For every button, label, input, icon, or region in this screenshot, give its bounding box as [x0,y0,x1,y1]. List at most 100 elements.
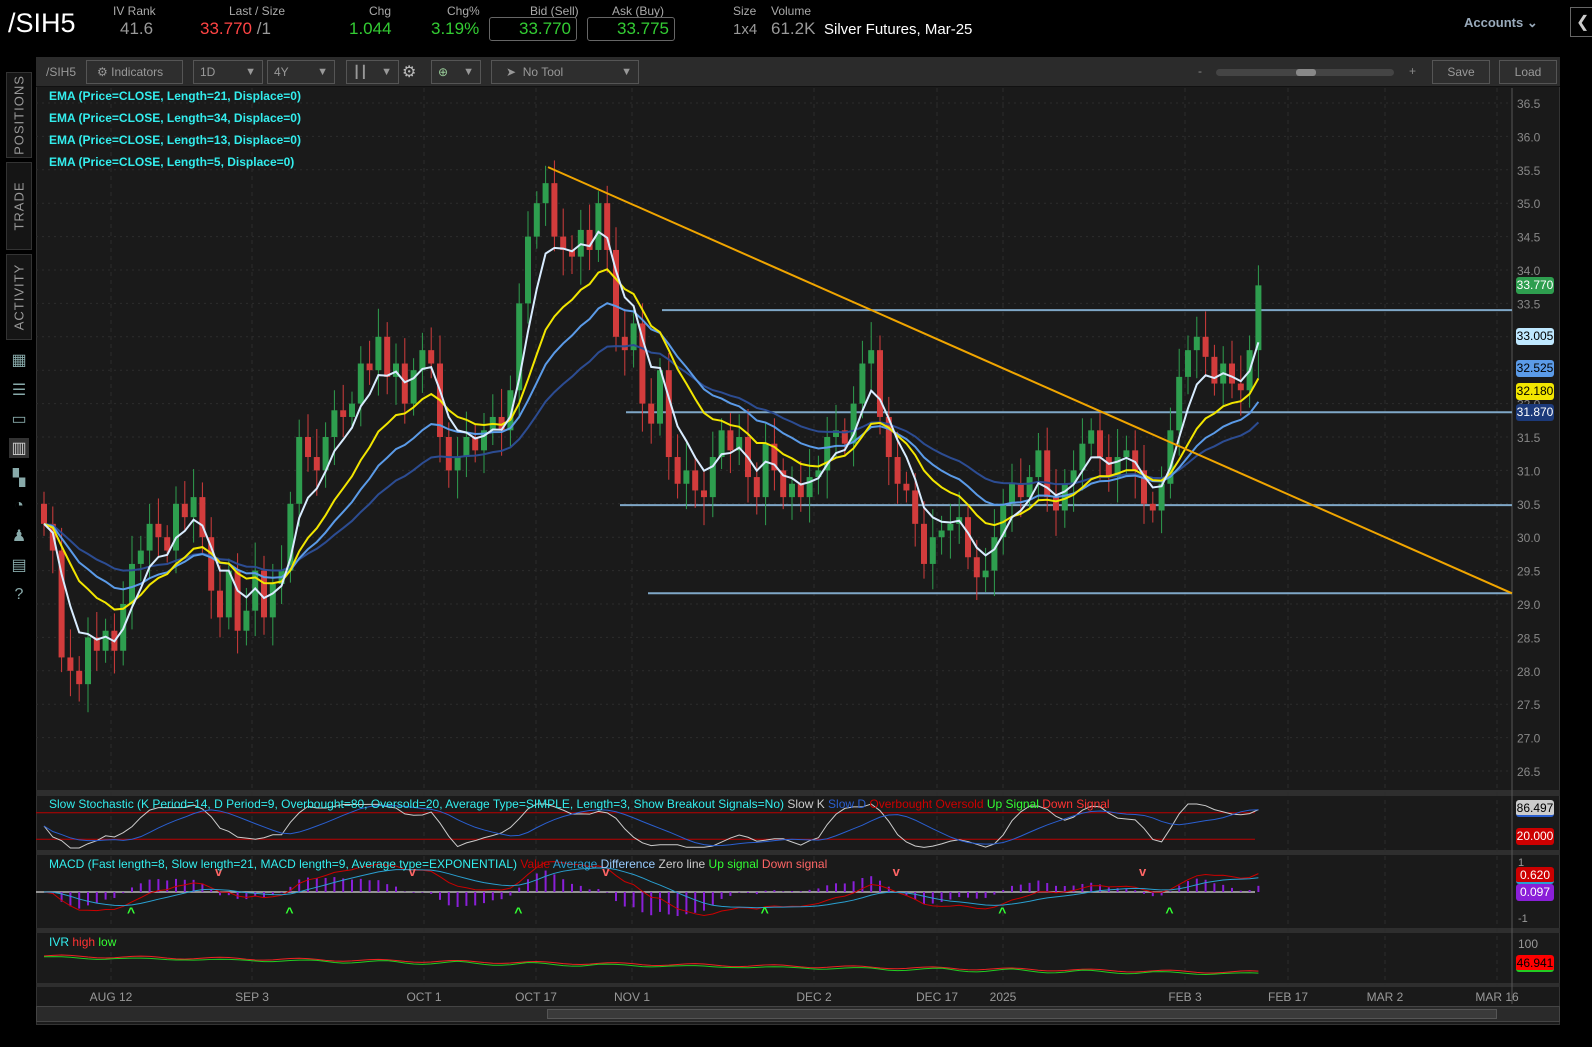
candle-body [789,483,795,498]
candle-body [859,363,866,404]
candle-body [912,490,919,524]
candle-body [463,437,470,458]
y-tick-label: 26.5 [1517,765,1541,779]
candle-body [1035,450,1042,478]
candle-body [551,183,558,237]
candle-body [357,363,364,404]
y-tick-label: 29.5 [1517,565,1541,579]
candle-body [683,470,690,484]
y-tick-label: 34.0 [1517,264,1541,278]
candle-body [797,483,804,498]
panel-divider [36,928,1560,933]
candle-body [137,550,144,564]
candle-body [401,363,408,404]
candle-body [621,336,628,351]
legend-down-signal: Down signal [761,857,828,871]
candle-body [1255,285,1262,351]
legend-down-signal: Down Signal [1042,797,1110,811]
candle-body [1237,383,1244,391]
candle-body [991,537,998,571]
candle-body [1193,336,1200,351]
candle-body [903,483,910,491]
up-signal-arrow: ^ [285,904,293,920]
x-tick-label: 2025 [989,990,1017,1004]
legend-slow-d: Slow D [828,797,867,811]
candle-body [296,437,303,504]
y-tick-label: 31.5 [1517,431,1541,445]
stochastic-label[interactable]: Slow Stochastic (K Period=14, D Period=9… [49,797,1110,811]
y-tick-label: 36.0 [1517,130,1541,144]
candle-body [76,670,83,685]
candle-body [313,457,320,471]
ivr-value-tag: 46.941 [1516,955,1554,972]
candle-body [868,350,875,364]
legend-difference: Difference [600,857,656,871]
y-tick-label: 31.0 [1517,464,1541,478]
candle-body [894,457,901,484]
candle-body [445,437,452,471]
study-label-ema5[interactable]: EMA (Price=CLOSE, Length=5, Displace=0) [49,155,294,169]
candle-body [1158,483,1165,511]
candle-body [305,437,311,458]
candle-body [727,430,734,451]
horizontal-scrollbar[interactable] [36,1006,1560,1022]
legend-zero-line: Zero line [658,857,706,871]
legend-slow-k: Slow K [787,797,825,811]
candle-body [1185,350,1191,377]
ivr-title: IVR [49,935,70,949]
candle-body [525,236,531,304]
candle-body [164,537,171,551]
legend-oversold: Oversold [935,797,984,811]
legend-up-signal: Up Signal [986,797,1039,811]
legend-average: Average [552,857,598,871]
candle-body [1211,356,1218,384]
candle-body [595,203,602,250]
up-signal-arrow: ^ [1165,904,1173,920]
legend-up-signal: Up signal [708,857,759,871]
candle-body [67,657,74,671]
candle-body [938,530,945,538]
x-tick-label: DEC 2 [796,990,832,1004]
ema13-tag: 32.180 [1516,383,1554,400]
ivr-label[interactable]: IVR high low [49,935,116,949]
candle-body [753,477,760,498]
candle-body [269,583,276,618]
last-price-tag: 33.770 [1516,277,1554,294]
candle-body [1053,497,1059,511]
x-tick-label: FEB 3 [1168,990,1202,1004]
study-label-ema13[interactable]: EMA (Price=CLOSE, Length=13, Displace=0) [49,133,301,147]
x-tick-label: OCT 17 [515,990,557,1004]
candle-body [375,336,382,371]
candle-body [41,503,47,524]
x-tick-label: OCT 1 [406,990,442,1004]
x-tick-label: MAR 2 [1366,990,1404,1004]
macd-label[interactable]: MACD (Fast length=8, Slow length=21, MAC… [49,857,827,871]
candle-body [384,336,391,377]
candle-body [973,557,980,578]
study-label-ema21[interactable]: EMA (Price=CLOSE, Length=21, Displace=0) [49,89,301,103]
candle-body [217,590,223,618]
candle-body [929,537,936,564]
study-label-ema34[interactable]: EMA (Price=CLOSE, Length=34, Displace=0) [49,111,301,125]
candle-body [762,443,769,498]
down-signal-arrow: v [893,864,901,879]
legend-value: Value [520,857,551,871]
scrollbar-thumb[interactable] [547,1009,1497,1019]
trendline [547,166,1513,595]
candle-body [877,350,883,417]
candle-body [340,410,347,417]
candle-body [428,350,435,364]
candle-body [1123,450,1130,458]
y-tick-label: 29.0 [1517,598,1541,612]
candle-body [243,610,250,631]
y-tick-label: 28.5 [1517,631,1541,645]
candle-body [366,363,373,371]
y-tick-label: 34.5 [1517,231,1541,245]
candle-body [102,630,109,651]
candle-body [146,523,153,551]
candle-body [454,457,461,471]
candle-body [331,410,338,437]
panel-divider [36,790,1560,796]
candle-body [1105,457,1112,478]
candle-body [1176,376,1183,431]
